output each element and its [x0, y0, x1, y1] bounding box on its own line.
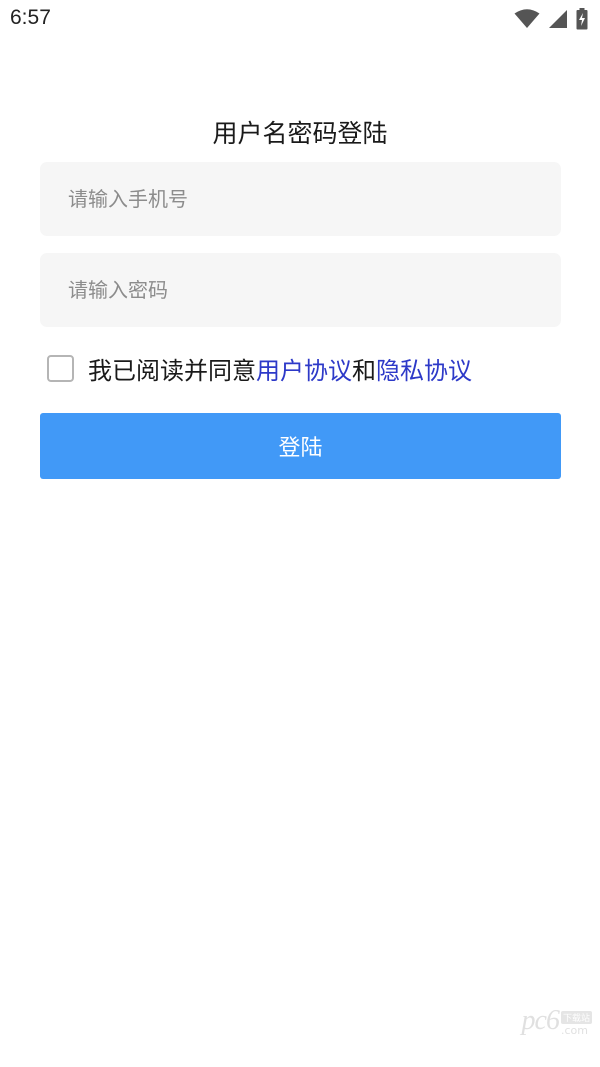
agreement-prefix: 我已阅读并同意 [88, 356, 256, 385]
status-bar: 6:57 [0, 0, 600, 40]
battery-charging-icon [576, 8, 588, 30]
agreement-checkbox[interactable] [47, 354, 74, 382]
wifi-icon [514, 9, 540, 29]
phone-input[interactable] [66, 186, 535, 212]
user-agreement-link[interactable]: 用户协议 [256, 357, 352, 385]
watermark-badge: 下载站 [560, 1011, 592, 1024]
watermark-logo: pc6 [521, 1005, 560, 1036]
login-button[interactable]: 登陆 [40, 413, 561, 479]
agreement-row: 我已阅读并同意用户协议和隐私协议 [47, 350, 472, 386]
password-field [40, 253, 561, 327]
agreement-conjunction: 和 [352, 356, 376, 385]
agreement-text: 我已阅读并同意用户协议和隐私协议 [88, 351, 472, 386]
watermark-domain: .com [560, 1024, 588, 1037]
signal-icon [548, 9, 568, 29]
login-screen: 6:57 用户名密码登陆 请输入手机号 我已阅读并同意用户协议和隐私协议 登陆 … [0, 0, 600, 1067]
password-input[interactable] [66, 277, 535, 303]
privacy-policy-link[interactable]: 隐私协议 [376, 357, 472, 385]
status-icons [514, 8, 588, 30]
status-time: 6:57 [10, 6, 51, 29]
page-title: 用户名密码登陆 [212, 119, 388, 148]
watermark-side: 下载站 .com [560, 1011, 592, 1037]
phone-field [40, 162, 561, 236]
watermark: pc6 下载站 .com [522, 1005, 592, 1037]
